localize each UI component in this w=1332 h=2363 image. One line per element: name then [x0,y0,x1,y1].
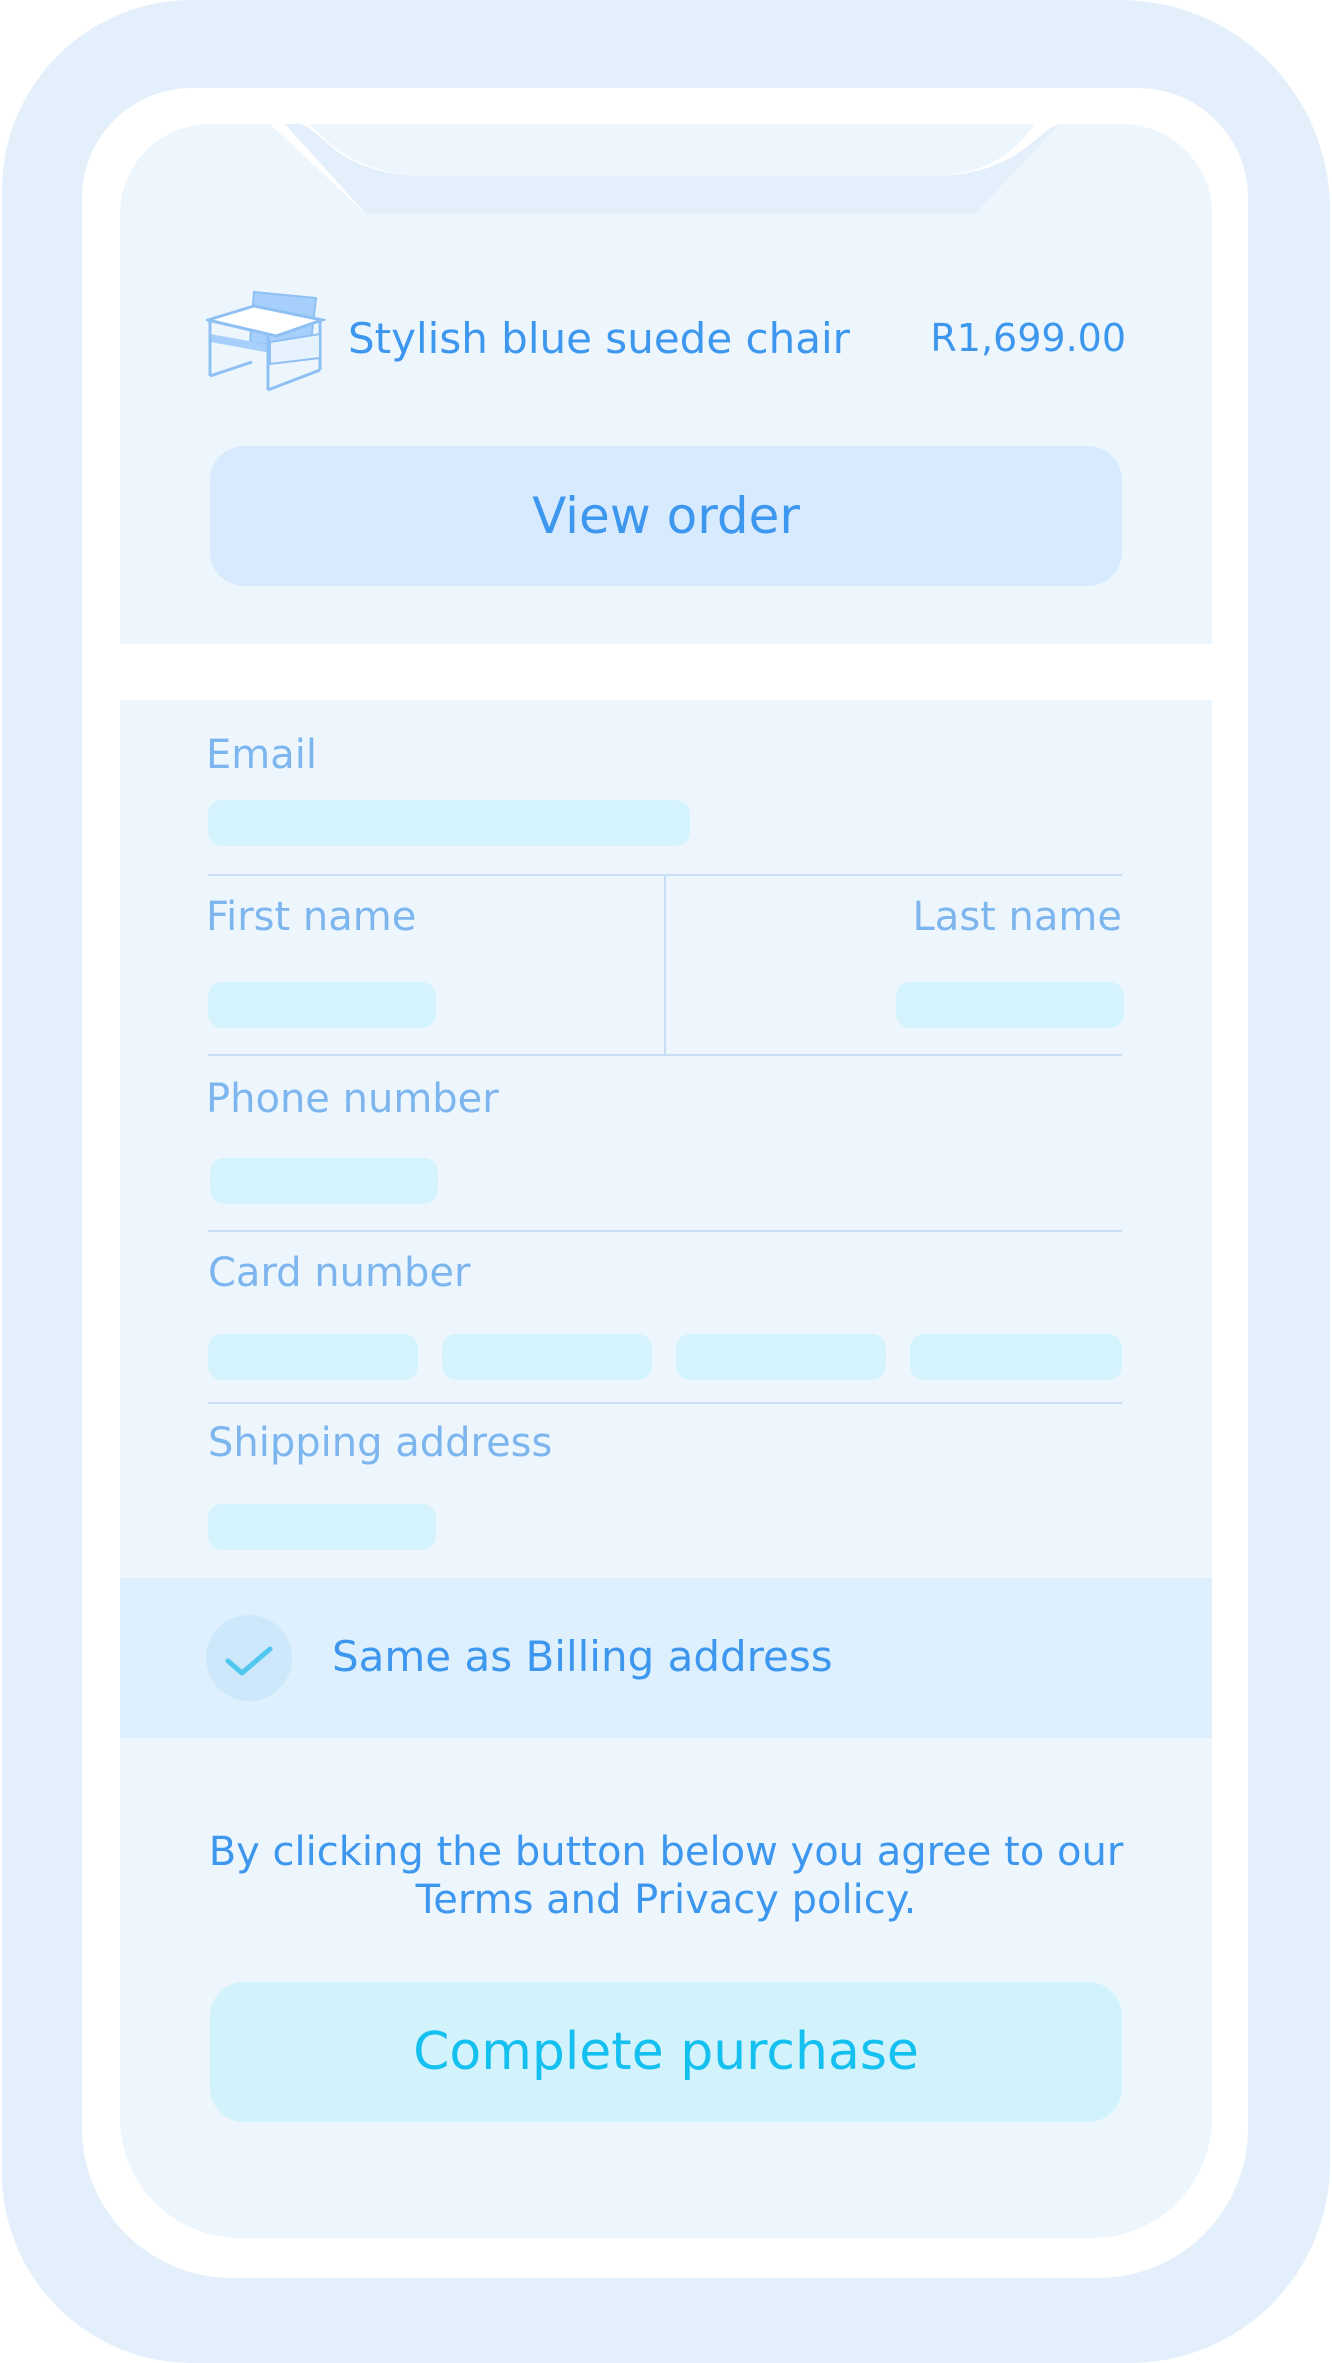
card-field-4[interactable] [910,1334,1122,1380]
same-billing-label: Same as Billing address [332,1632,833,1681]
divider [208,1230,1122,1232]
terms-line-2: Terms and Privacy policy. [415,1877,917,1923]
last-name-label: Last name [912,894,1122,940]
email-label: Email [206,732,317,778]
card-field-2[interactable] [442,1334,652,1380]
first-name-label: First name [206,894,417,940]
chair-icon [206,290,326,392]
phone-label: Phone number [206,1076,499,1122]
order-summary-row: Stylish blue suede chair R1,699.00 [206,284,1126,394]
product-name: Stylish blue suede chair [348,314,850,363]
checkout-screen: Stylish blue suede chair R1,699.00 View … [120,124,1212,2238]
billing-option[interactable]: Same as Billing address [120,1578,1212,1738]
terms-line-1: By clicking the button below you agree t… [208,1829,1124,1875]
phone-notch [250,88,1070,214]
divider [208,1402,1122,1404]
name-divider [664,876,666,1054]
card-label: Card number [208,1250,471,1296]
product-price: R1,699.00 [930,316,1126,360]
email-field[interactable] [208,800,690,846]
terms-text: By clicking the button below you agree t… [160,1828,1172,1924]
section-separator [120,644,1212,700]
shipping-field[interactable] [208,1504,436,1550]
first-name-field[interactable] [208,982,436,1028]
last-name-field[interactable] [896,982,1124,1028]
check-icon [225,1646,273,1676]
card-field-1[interactable] [208,1334,418,1380]
complete-purchase-button[interactable]: Complete purchase [210,1982,1122,2122]
phone-field[interactable] [210,1158,438,1204]
divider [208,1054,1122,1056]
view-order-button[interactable]: View order [210,446,1122,586]
card-field-3[interactable] [676,1334,886,1380]
shipping-label: Shipping address [208,1420,553,1466]
same-billing-checkbox[interactable] [206,1615,292,1701]
